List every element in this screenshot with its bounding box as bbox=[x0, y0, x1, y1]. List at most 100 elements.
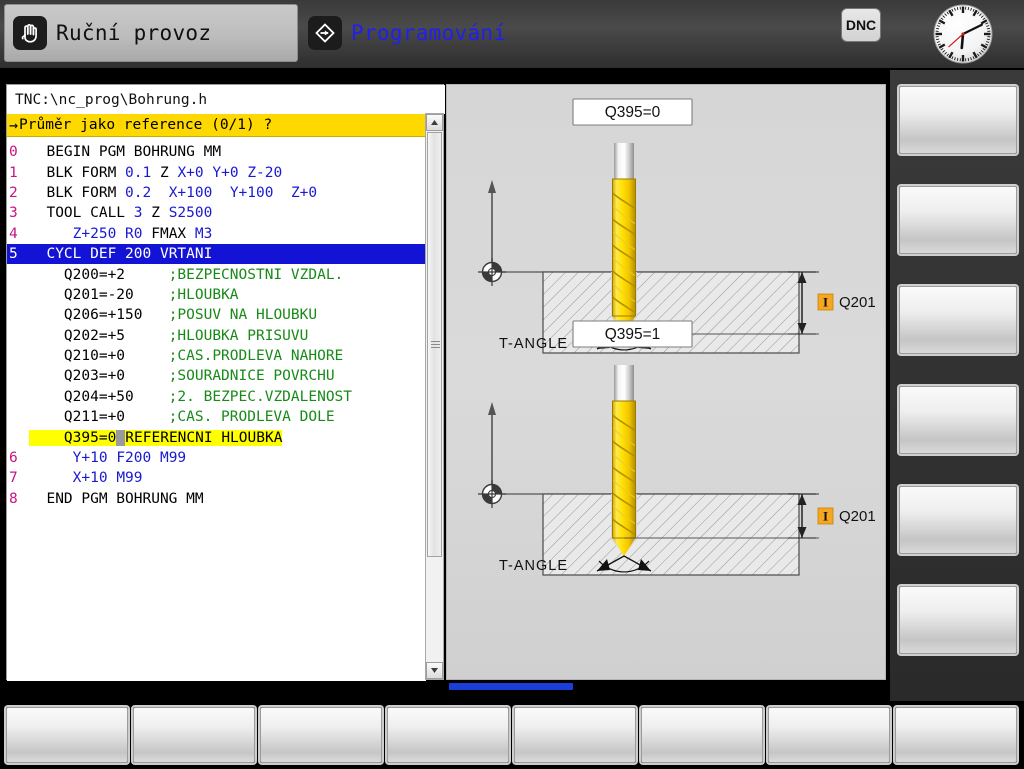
program-line-number: 0 bbox=[9, 144, 18, 161]
program-line[interactable]: 7 X+10 M99 bbox=[7, 468, 426, 488]
program-line-text: Q200=+2 ;BEZPECNOSTNI VZDAL. bbox=[29, 266, 344, 283]
program-line-text: Q201=-20 ;HLOUBKA bbox=[29, 286, 239, 303]
program-line-text: Q206=+150 ;POSUV NA HLOUBKU bbox=[29, 307, 318, 324]
softkey-vertical-1[interactable] bbox=[899, 86, 1017, 154]
softkey-bottom-3[interactable] bbox=[260, 707, 382, 763]
depth-parameter-label: Q201 bbox=[839, 294, 876, 311]
program-line[interactable]: 0 BEGIN PGM BOHRUNG MM bbox=[7, 142, 426, 162]
program-vertical-scrollbar[interactable] bbox=[425, 113, 444, 680]
softkey-vertical-4[interactable] bbox=[899, 386, 1017, 454]
softkey-bottom-5[interactable] bbox=[514, 707, 636, 763]
program-line-number: 1 bbox=[9, 164, 18, 181]
scroll-down-arrow-icon[interactable] bbox=[426, 662, 443, 679]
depth-parameter-label-2: Q201 bbox=[839, 508, 876, 525]
program-line[interactable]: 5 CYCL DEF 200 VRTANI bbox=[7, 243, 426, 265]
program-line-number: 6 bbox=[9, 450, 18, 467]
program-line-text: BEGIN PGM BOHRUNG MM bbox=[29, 144, 222, 161]
program-line[interactable]: Q211=+0 ;CAS. PRODLEVA DOLE bbox=[7, 407, 426, 427]
prompt-arrow-icon: → bbox=[9, 116, 19, 134]
program-path-bar: TNC:\nc_prog\Bohrung.h bbox=[7, 85, 445, 114]
dnc-button[interactable]: DNC bbox=[841, 8, 881, 42]
softkey-bottom-2[interactable] bbox=[133, 707, 255, 763]
program-line-text: X+10 M99 bbox=[72, 470, 143, 487]
diagram-title-q395-1: Q395=1 bbox=[605, 326, 661, 343]
vertical-softkey-column bbox=[890, 70, 1024, 701]
program-line-number: 4 bbox=[9, 225, 18, 242]
program-line[interactable]: 3 TOOL CALL 3 Z S2500 bbox=[7, 203, 426, 223]
program-line-number: 3 bbox=[9, 205, 18, 222]
softkey-bottom-4[interactable] bbox=[387, 707, 509, 763]
program-line[interactable]: Q201=-20 ;HLOUBKA bbox=[7, 285, 426, 305]
dialog-prompt-bar: → Průměr jako reference (0/1) ? bbox=[7, 114, 426, 137]
cycle-200-help-graphic: I Q201 T-ANGLE Q395=0 I Q201 T-ANGLE Q39… bbox=[478, 98, 876, 576]
program-line[interactable]: Q204=+50 ;2. BEZPEC.VZDALENOST bbox=[7, 387, 426, 407]
softkey-vertical-2[interactable] bbox=[899, 186, 1017, 254]
program-line-text: Y+10 F200 M99 bbox=[72, 450, 187, 467]
program-line[interactable]: 6 Y+10 F200 M99 bbox=[7, 448, 426, 468]
diagram-q395-0: I Q201 T-ANGLE Q395=0 bbox=[478, 98, 876, 354]
program-line-text: END PGM BOHRUNG MM bbox=[29, 490, 204, 507]
hand-icon bbox=[13, 16, 47, 50]
program-line-text: BLK FORM 0.1 Z X+0 Y+0 Z-20 bbox=[29, 164, 283, 181]
program-line-text: TOOL CALL 3 Z S2500 bbox=[29, 205, 213, 222]
tool-shank-2 bbox=[614, 365, 634, 401]
program-line[interactable]: Q200=+2 ;BEZPECNOSTNI VZDAL. bbox=[7, 264, 426, 284]
program-line-text: Q395=0;REFERENCNI HLOUBKA bbox=[29, 429, 283, 446]
incremental-badge-label: I bbox=[823, 295, 828, 310]
program-line[interactable]: Q395=0;REFERENCNI HLOUBKA bbox=[7, 427, 426, 447]
program-line-text: CYCL DEF 200 VRTANI bbox=[29, 246, 213, 263]
program-code-listing[interactable]: 0 BEGIN PGM BOHRUNG MM 1 BLK FORM 0.1 Z X… bbox=[7, 138, 426, 681]
softkey-vertical-5[interactable] bbox=[899, 486, 1017, 554]
dnc-label: DNC bbox=[845, 17, 877, 33]
softkey-bottom-1[interactable] bbox=[6, 707, 128, 763]
program-line-text: Q211=+0 ;CAS. PRODLEVA DOLE bbox=[29, 409, 335, 426]
program-line[interactable]: 4 Z+250 R0 FMAX M3 bbox=[7, 224, 426, 244]
program-line-text: Q202=+5 ;HLOUBKA PRISUVU bbox=[29, 327, 309, 344]
program-line-text: Q203=+0 ;SOURADNICE POVRCHU bbox=[29, 368, 335, 385]
diagram-title-box-q395-0: Q395=0 bbox=[572, 98, 693, 126]
mode-tab-programming-label: Programování bbox=[351, 21, 507, 45]
program-line-text: Z+250 R0 FMAX M3 bbox=[72, 225, 213, 242]
program-line-number: 5 bbox=[9, 246, 18, 263]
program-line-number: 7 bbox=[9, 470, 18, 487]
horizontal-softkey-row bbox=[0, 701, 1024, 769]
softkey-vertical-6[interactable] bbox=[899, 586, 1017, 654]
program-line-number: 8 bbox=[9, 490, 18, 507]
workpiece-block-2 bbox=[542, 493, 800, 576]
program-editor-panel: TNC:\nc_prog\Bohrung.h → Průměr jako refe… bbox=[6, 84, 445, 681]
program-line[interactable]: 8 END PGM BOHRUNG MM bbox=[7, 489, 426, 509]
tool-angle-label: T-ANGLE bbox=[499, 336, 568, 352]
program-line[interactable]: Q206=+150 ;POSUV NA HLOUBKU bbox=[7, 305, 426, 325]
incremental-badge-label-2: I bbox=[823, 509, 828, 524]
program-line[interactable]: Q202=+5 ;HLOUBKA PRISUVU bbox=[7, 326, 426, 346]
tool-shank bbox=[614, 143, 634, 179]
mode-tab-manual[interactable]: Ruční provoz bbox=[4, 4, 298, 62]
datum-origin-icon bbox=[478, 258, 506, 286]
scrollbar-thumb[interactable] bbox=[427, 132, 442, 557]
program-diamond-icon bbox=[308, 16, 342, 50]
mode-tab-bar: Ruční provoz Programování DNC bbox=[0, 0, 1024, 68]
program-line[interactable]: Q203=+0 ;SOURADNICE POVRCHU bbox=[7, 366, 426, 386]
softkey-bottom-6[interactable] bbox=[641, 707, 763, 763]
tnc-control-screen: Ruční provoz Programování DNC TNC:\nc_pr… bbox=[0, 0, 1024, 769]
program-line-text: BLK FORM 0.2 X+100 Y+100 Z+0 bbox=[29, 184, 318, 201]
softkey-bottom-7[interactable] bbox=[768, 707, 890, 763]
diagram-q395-1: I Q201 T-ANGLE Q395=1 bbox=[478, 320, 876, 576]
softkey-bottom-8[interactable] bbox=[895, 707, 1017, 763]
cycle-help-graphic-panel: I Q201 T-ANGLE Q395=0 I Q201 T-ANGLE Q39… bbox=[446, 84, 886, 680]
softkey-vertical-3[interactable] bbox=[899, 286, 1017, 354]
scroll-up-arrow-icon[interactable] bbox=[426, 114, 443, 131]
tool-angle-label-2: T-ANGLE bbox=[499, 558, 568, 574]
program-line[interactable]: Q210=+0 ;CAS.PRODLEVA NAHORE bbox=[7, 346, 426, 366]
program-line[interactable]: 1 BLK FORM 0.1 Z X+0 Y+0 Z-20 bbox=[7, 162, 426, 182]
status-progress-bar bbox=[449, 683, 573, 690]
program-line[interactable]: 2 BLK FORM 0.2 X+100 Y+100 Z+0 bbox=[7, 183, 426, 203]
program-path-text: TNC:\nc_prog\Bohrung.h bbox=[15, 91, 208, 108]
scrollbar-grip-icon bbox=[431, 340, 440, 349]
dialog-prompt-text: Průměr jako reference (0/1) ? bbox=[19, 117, 273, 133]
text-cursor: ; bbox=[116, 429, 126, 446]
mode-tab-programming[interactable]: Programování bbox=[300, 4, 600, 62]
analog-clock bbox=[932, 3, 994, 65]
program-line-text: Q210=+0 ;CAS.PRODLEVA NAHORE bbox=[29, 348, 344, 365]
datum-origin-icon-2 bbox=[478, 480, 506, 508]
